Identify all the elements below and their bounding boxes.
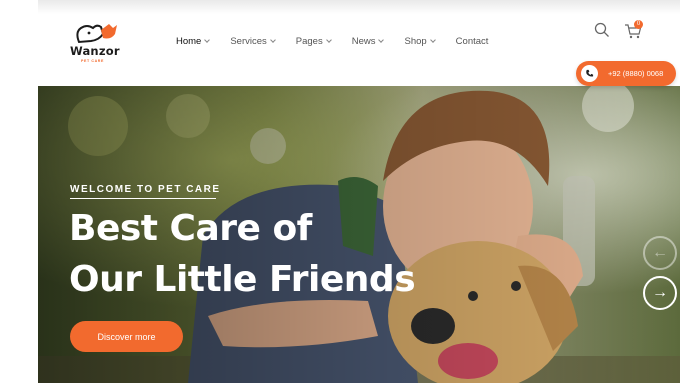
nav-item-shop[interactable]: Shop: [404, 36, 436, 47]
phone-number: +92 (8880) 0068: [608, 69, 664, 78]
dog-logo-icon: [76, 24, 117, 44]
slider-prev-button[interactable]: ←: [643, 236, 677, 270]
hero-eyebrow-underline: [70, 198, 216, 199]
nav-item-label: Home: [176, 36, 202, 47]
chevron-down-icon: [378, 37, 385, 43]
nav-item-label: Shop: [404, 36, 427, 47]
nav-item-label: Contact: [455, 36, 489, 47]
arrow-right-icon: →: [652, 284, 668, 301]
site-logo[interactable]: Wanzor PET CARE: [70, 22, 130, 63]
main-navigation: Home Services Pages News Shop Contact: [176, 36, 509, 47]
chevron-down-icon: [429, 37, 436, 43]
brand-tagline: PET CARE: [81, 59, 104, 63]
phone-icon: [581, 65, 598, 82]
phone-contact-button[interactable]: +92 (8880) 0068: [576, 61, 676, 86]
hero-eyebrow: WELCOME TO PET CARE: [70, 184, 221, 195]
page-left-margin: [0, 0, 38, 383]
chevron-down-icon: [204, 37, 211, 43]
slider-next-button[interactable]: →: [643, 276, 677, 310]
nav-item-services[interactable]: Services: [230, 36, 276, 47]
nav-item-label: Pages: [295, 36, 323, 47]
nav-item-contact[interactable]: Contact: [456, 36, 489, 47]
nav-item-home[interactable]: Home: [176, 36, 211, 47]
nav-item-news[interactable]: News: [351, 36, 385, 47]
chevron-down-icon: [325, 37, 332, 43]
discover-more-button[interactable]: Discover more: [70, 321, 183, 352]
hero-title-line-2: Our Little Friends: [69, 259, 416, 300]
nav-item-label: Services: [230, 36, 267, 47]
arrow-left-icon: ←: [652, 244, 668, 261]
search-icon: [594, 22, 609, 37]
hero-title-line-1: Best Care of: [69, 208, 312, 249]
hero-slider: WELCOME TO PET CARE Best Care of Our Lit…: [38, 86, 680, 383]
search-button[interactable]: [594, 22, 610, 38]
cart-count-badge: 0: [634, 20, 643, 29]
nav-item-label: News: [351, 36, 376, 47]
nav-item-pages[interactable]: Pages: [295, 36, 332, 47]
chevron-down-icon: [269, 37, 276, 43]
brand-name: Wanzor: [70, 44, 120, 58]
